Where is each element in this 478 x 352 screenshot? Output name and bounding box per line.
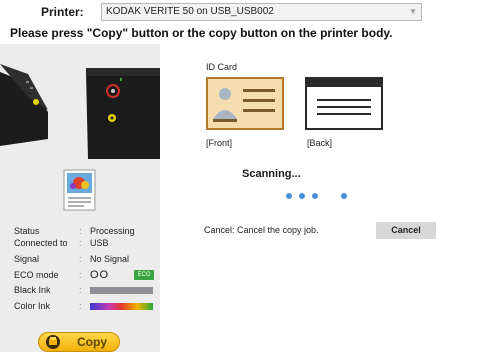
- instruction-text: Please press "Copy" button or the copy b…: [10, 26, 393, 40]
- scanning-label: Scanning...: [242, 168, 301, 180]
- status-separator: :: [79, 301, 82, 311]
- status-key: Status: [14, 226, 40, 236]
- status-separator: :: [79, 226, 82, 236]
- status-separator: :: [79, 270, 82, 280]
- printer-label: Printer:: [41, 5, 84, 19]
- printer-select-value: KODAK VERITE 50 on USB_USB002: [106, 6, 274, 17]
- id-card-front[interactable]: [206, 77, 284, 130]
- id-card-front-icon: [213, 88, 275, 122]
- status-value: Processing: [90, 226, 135, 236]
- eco-badge: ECO: [134, 270, 154, 280]
- printer-select[interactable]: KODAK VERITE 50 on USB_USB002 ▼: [101, 3, 422, 21]
- id-card-label: ID Card: [206, 62, 238, 72]
- eco-mode-value: OO: [90, 269, 110, 281]
- status-key: Connected to: [14, 238, 68, 248]
- status-value: No Signal: [90, 254, 130, 264]
- status-separator: :: [79, 254, 82, 264]
- printer-row: Printer: KODAK VERITE 50 on USB_USB002 ▼: [0, 0, 478, 24]
- status-separator: :: [79, 238, 82, 248]
- copy-button[interactable]: Copy: [38, 332, 120, 352]
- document-thumbnail-image: [63, 169, 96, 211]
- id-card-back[interactable]: [305, 77, 383, 130]
- black-ink-level-bar: [90, 287, 153, 294]
- chevron-down-icon: ▼: [409, 7, 417, 16]
- copy-icon: [46, 335, 60, 349]
- status-row-color-ink: Color Ink :: [14, 301, 164, 313]
- status-row-eco: ECO mode : OO ECO: [14, 269, 164, 282]
- color-ink-level-bar: [90, 303, 153, 310]
- cancel-button[interactable]: Cancel: [376, 222, 436, 239]
- cancel-description: Cancel: Cancel the copy job.: [204, 225, 319, 235]
- progress-dot: [312, 193, 318, 199]
- copy-button-label: Copy: [77, 335, 107, 349]
- status-key: Signal: [14, 254, 40, 264]
- back-caption: [Back]: [307, 138, 333, 148]
- printer-image: [0, 44, 160, 159]
- front-caption: [Front]: [206, 138, 233, 148]
- progress-dot: [341, 193, 347, 199]
- progress-dot: [286, 193, 292, 199]
- id-card-back-icon: [307, 79, 381, 115]
- color-ink-label: Color Ink: [14, 301, 51, 311]
- eco-mode-label: ECO mode: [14, 270, 59, 280]
- status-value: USB: [90, 238, 109, 248]
- progress-dot: [299, 193, 305, 199]
- status-separator: :: [79, 285, 82, 295]
- black-ink-label: Black Ink: [14, 285, 51, 295]
- status-row-black-ink: Black Ink :: [14, 285, 164, 297]
